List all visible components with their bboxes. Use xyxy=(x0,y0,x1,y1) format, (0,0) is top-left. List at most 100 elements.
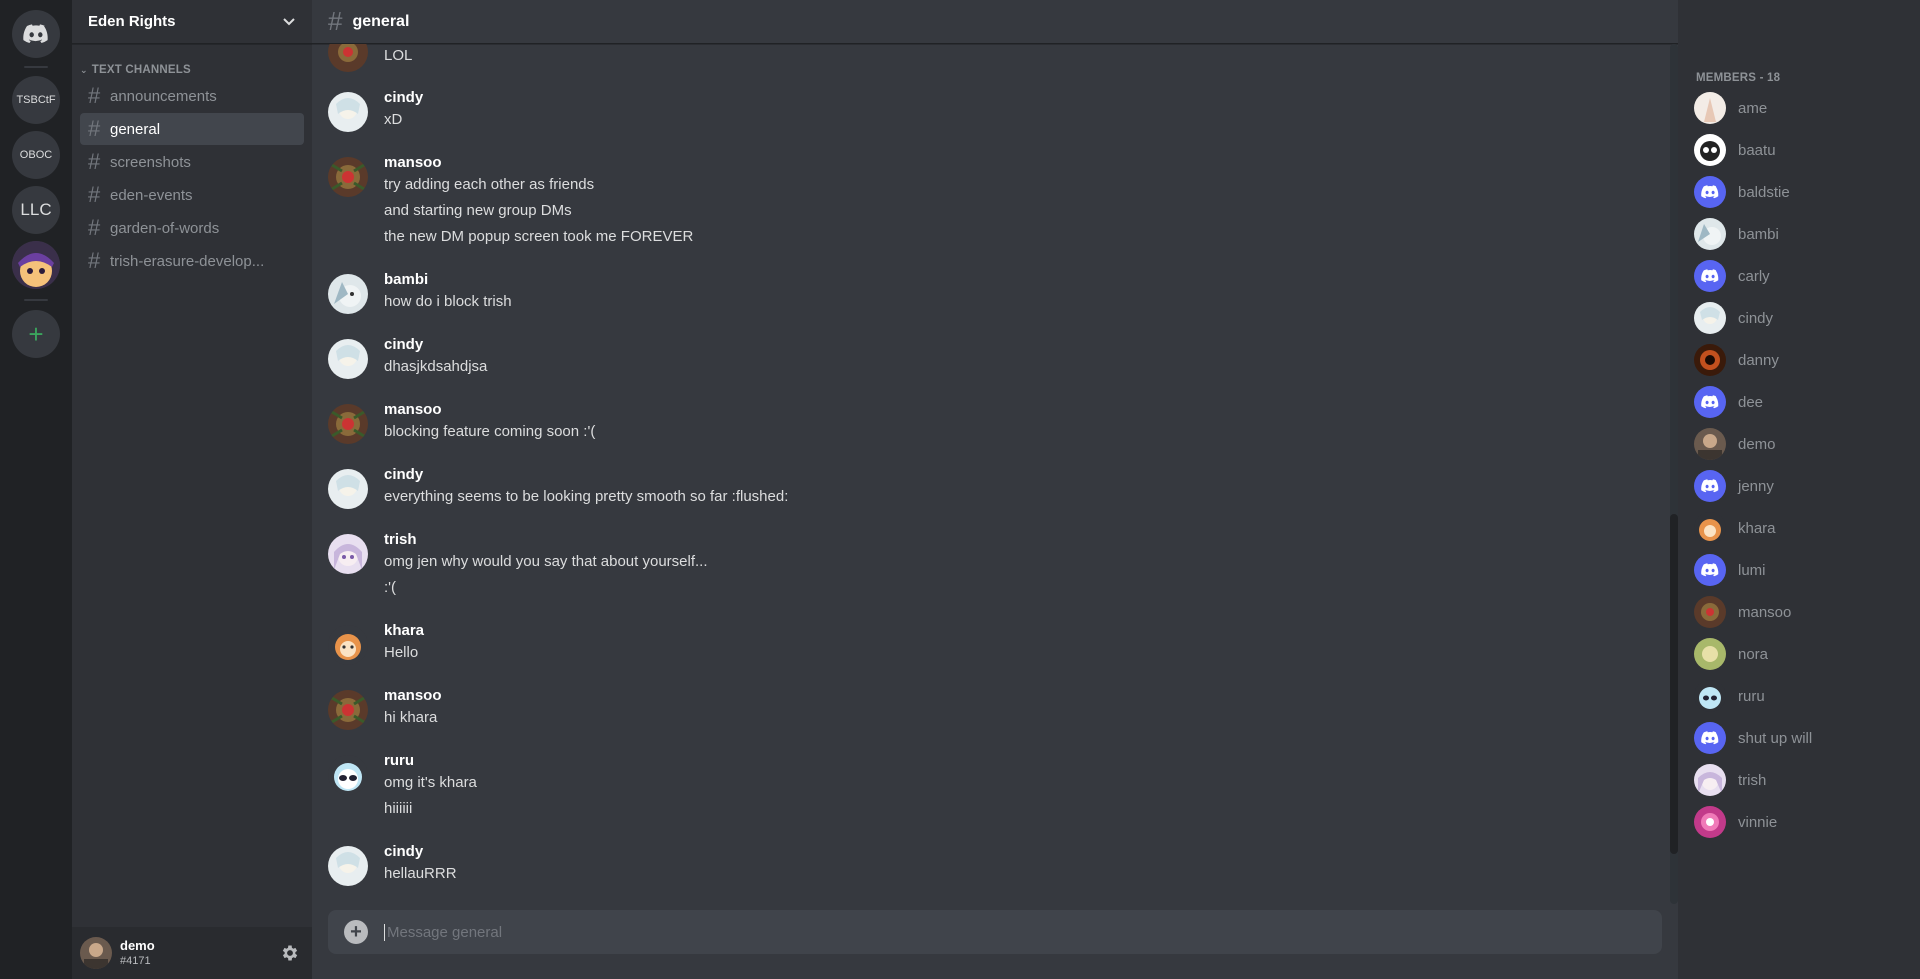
hash-icon: # xyxy=(88,149,101,174)
member-item[interactable]: demo xyxy=(1694,425,1904,463)
avatar xyxy=(1694,764,1726,796)
message-author[interactable]: cindy xyxy=(384,335,423,355)
channel-garden-of-words[interactable]: # garden-of-words xyxy=(80,212,304,244)
channel-trish-erasure[interactable]: # trish-erasure-develop... xyxy=(80,245,304,277)
server-eden-rights[interactable] xyxy=(12,241,60,289)
member-name: carly xyxy=(1738,267,1770,285)
message-text: Hello xyxy=(384,644,419,661)
server-tsbctf[interactable]: TSBCtF xyxy=(12,76,60,124)
avatar[interactable] xyxy=(328,690,368,730)
member-item[interactable]: ame xyxy=(1694,89,1904,127)
attach-plus-icon[interactable]: + xyxy=(344,920,368,944)
server-oboc[interactable]: OBOC xyxy=(12,131,60,179)
member-item[interactable]: bambi xyxy=(1694,215,1904,253)
hash-icon: # xyxy=(88,116,101,141)
message-author[interactable]: cindy xyxy=(384,842,423,862)
avatar[interactable] xyxy=(328,157,368,197)
message-text: try adding each other as friends xyxy=(384,176,595,193)
avatar[interactable] xyxy=(328,625,368,665)
username: demo xyxy=(120,938,155,953)
server-rail: TSBCtF OBOC LLC + xyxy=(0,0,72,979)
member-name: mansoo xyxy=(1738,603,1792,621)
member-item[interactable]: danny xyxy=(1694,341,1904,379)
member-item[interactable]: ruru xyxy=(1694,677,1904,715)
server-image-icon xyxy=(12,241,60,289)
member-item[interactable]: cindy xyxy=(1694,299,1904,337)
message-text: the new DM popup screen took me FOREVER xyxy=(384,228,694,245)
member-item[interactable]: trish xyxy=(1694,761,1904,799)
channel-general[interactable]: # general xyxy=(80,113,304,145)
message-author[interactable]: mansoo xyxy=(384,400,442,420)
channel-eden-events[interactable]: # eden-events xyxy=(80,179,304,211)
avatar xyxy=(1694,596,1726,628)
hash-icon: # xyxy=(328,6,343,36)
guild-header[interactable]: Eden Rights xyxy=(72,0,312,44)
avatar xyxy=(1694,638,1726,670)
add-server-button[interactable]: + xyxy=(12,310,60,358)
message-author[interactable]: cindy xyxy=(384,88,423,108)
message-text: how do i block trish xyxy=(384,293,512,310)
member-item[interactable]: khara xyxy=(1694,509,1904,547)
chat-main: # general LOL cindy xD mansoo try adding… xyxy=(312,0,1678,979)
avatar[interactable] xyxy=(328,846,368,886)
message-list[interactable]: LOL cindy xD mansoo try adding each othe… xyxy=(312,44,1678,904)
member-item[interactable]: baldstie xyxy=(1694,173,1904,211)
member-item[interactable]: shut up will xyxy=(1694,719,1904,757)
message-author[interactable]: mansoo xyxy=(384,153,442,173)
message-author[interactable]: ruru xyxy=(384,751,414,771)
message-author[interactable]: mansoo xyxy=(384,686,442,706)
member-name: dee xyxy=(1738,393,1764,411)
avatar[interactable] xyxy=(80,937,112,969)
avatar[interactable] xyxy=(328,755,368,795)
member-name: cindy xyxy=(1738,309,1774,327)
member-item[interactable]: nora xyxy=(1694,635,1904,673)
server-llc[interactable]: LLC xyxy=(12,186,60,234)
member-name: demo xyxy=(1738,435,1776,453)
avatar xyxy=(1694,176,1726,208)
message-author[interactable]: trish xyxy=(384,530,417,550)
member-name: jenny xyxy=(1738,477,1774,495)
home-button[interactable] xyxy=(12,10,60,58)
member-item[interactable]: lumi xyxy=(1694,551,1904,589)
member-name: trish xyxy=(1738,771,1767,789)
avatar[interactable] xyxy=(328,44,368,72)
avatar[interactable] xyxy=(328,469,368,509)
scrollbar-thumb[interactable] xyxy=(1670,514,1678,854)
message-text: hiiiiii xyxy=(384,800,413,817)
member-item[interactable]: mansoo xyxy=(1694,593,1904,631)
hash-icon: # xyxy=(88,182,101,207)
member-name: khara xyxy=(1738,519,1776,537)
hash-icon: # xyxy=(88,248,101,273)
member-item[interactable]: baatu xyxy=(1694,131,1904,169)
channel-announcements[interactable]: # announcements xyxy=(80,80,304,112)
member-name: danny xyxy=(1738,351,1779,369)
message-text: dhasjkdsahdjsa xyxy=(384,358,488,375)
member-item[interactable]: carly xyxy=(1694,257,1904,295)
message-author[interactable]: khara xyxy=(384,621,424,641)
member-item[interactable]: vinnie xyxy=(1694,803,1904,841)
message-author[interactable]: cindy xyxy=(384,465,423,485)
gear-icon[interactable] xyxy=(280,943,300,963)
avatar[interactable] xyxy=(328,534,368,574)
chevron-down-icon xyxy=(283,17,295,25)
member-list: MEMBERS - 18 ame baatu baldstie bambi carly c… xyxy=(1678,0,1920,979)
category-text-channels[interactable]: ⌄ TEXT CHANNELS xyxy=(80,64,312,76)
avatar[interactable] xyxy=(328,274,368,314)
avatar[interactable] xyxy=(328,92,368,132)
user-tag: #4171 xyxy=(120,955,151,967)
avatar xyxy=(1694,344,1726,376)
member-item[interactable]: dee xyxy=(1694,383,1904,421)
member-item[interactable]: jenny xyxy=(1694,467,1904,505)
message-author[interactable]: bambi xyxy=(384,270,428,290)
message-text: hi khara xyxy=(384,709,438,726)
avatar[interactable] xyxy=(328,339,368,379)
member-name: baatu xyxy=(1738,141,1776,159)
message-text: hellauRRR xyxy=(384,865,457,882)
message-input[interactable] xyxy=(384,923,1646,941)
avatar[interactable] xyxy=(328,404,368,444)
message-text: blocking feature coming soon :'( xyxy=(384,423,596,440)
channel-screenshots[interactable]: # screenshots xyxy=(80,146,304,178)
hash-icon: # xyxy=(88,83,101,108)
avatar xyxy=(1694,260,1726,292)
message-composer: + xyxy=(328,910,1662,954)
